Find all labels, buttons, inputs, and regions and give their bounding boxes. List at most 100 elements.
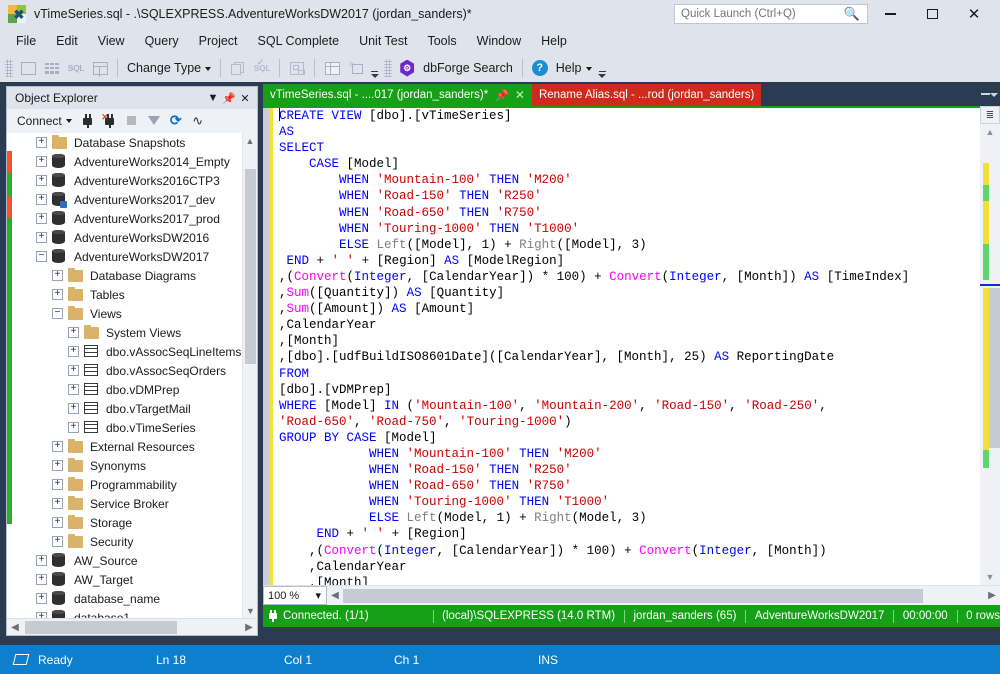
help-toolbar-overflow-button[interactable]	[598, 58, 607, 78]
collapse-toggle-icon[interactable]: −	[52, 308, 63, 319]
results-file-icon[interactable]: ✧	[345, 57, 367, 79]
scroll-thumb[interactable]	[245, 169, 256, 364]
toolbar-grip[interactable]	[5, 59, 13, 77]
tab-overflow-button[interactable]	[980, 86, 998, 104]
menu-edit[interactable]: Edit	[46, 31, 88, 51]
toolbar-overflow-button[interactable]	[370, 58, 379, 78]
expand-toggle-icon[interactable]: +	[52, 536, 63, 547]
tree-node[interactable]: + AW_Source	[12, 551, 257, 570]
tree-node[interactable]: + dbo.vTargetMail	[12, 399, 257, 418]
expand-toggle-icon[interactable]: +	[68, 327, 79, 338]
change-type-button[interactable]: Change Type	[123, 61, 215, 75]
close-icon[interactable]: ✕	[237, 89, 253, 107]
expand-toggle-icon[interactable]: +	[36, 574, 47, 585]
chevron-down-icon[interactable]: ▼	[205, 89, 221, 107]
tree-node[interactable]: + AdventureWorks2017_dev	[12, 190, 257, 209]
expand-toggle-icon[interactable]: +	[36, 612, 47, 618]
refresh-icon[interactable]: ⟳	[166, 111, 186, 131]
scroll-down-icon[interactable]: ▼	[980, 569, 1000, 585]
filter-icon[interactable]	[144, 111, 164, 131]
menu-file[interactable]: File	[6, 31, 46, 51]
tree-node[interactable]: + Programmability	[12, 475, 257, 494]
tree-node[interactable]: + Tables	[12, 285, 257, 304]
scroll-down-icon[interactable]: ▼	[243, 603, 257, 618]
code-text[interactable]: CREATE VIEW [dbo].[vTimeSeries] AS SELECT …	[273, 106, 1000, 585]
tree-node[interactable]: + System Views	[12, 323, 257, 342]
quick-launch-input[interactable]	[675, 5, 843, 23]
pin-icon[interactable]: 📌	[221, 89, 237, 107]
grid-icon[interactable]	[41, 57, 63, 79]
tree-node[interactable]: + AdventureWorks2017_prod	[12, 209, 257, 228]
editor-vertical-scrollbar[interactable]: ≣ ▲ ▼	[980, 106, 1000, 585]
hscroll-thumb[interactable]	[25, 620, 177, 634]
activity-monitor-icon[interactable]: ∿	[188, 111, 208, 131]
hscroll-thumb[interactable]	[343, 588, 923, 603]
tree-node[interactable]: + dbo.vTimeSeries	[12, 418, 257, 437]
tree-node[interactable]: + dbo.vAssocSeqOrders	[12, 361, 257, 380]
menu-help[interactable]: Help	[531, 31, 577, 51]
tree-node[interactable]: + Database Snapshots	[12, 133, 257, 152]
tree-node[interactable]: + database_name	[12, 589, 257, 608]
scroll-right-icon[interactable]: ▶	[984, 590, 1000, 601]
tree-node[interactable]: + Service Broker	[12, 494, 257, 513]
hscroll-track[interactable]	[23, 620, 241, 634]
connect-button[interactable]: Connect	[13, 114, 76, 128]
expand-toggle-icon[interactable]: +	[68, 403, 79, 414]
quick-launch-box[interactable]: 🔍	[674, 4, 868, 24]
scroll-left-icon[interactable]: ◀	[7, 622, 23, 633]
expand-toggle-icon[interactable]: +	[36, 156, 47, 167]
stop-icon[interactable]	[122, 111, 142, 131]
object-explorer-tree[interactable]: + Database Snapshots + AdventureWorks2014_E…	[12, 133, 257, 618]
tree-node[interactable]: + AdventureWorks2014_Empty	[12, 152, 257, 171]
expand-toggle-icon[interactable]: +	[36, 175, 47, 186]
tree-node[interactable]: + AdventureWorks2016CTP3	[12, 171, 257, 190]
dbforge-search-button[interactable]: dbForge Search	[419, 61, 517, 75]
expand-toggle-icon[interactable]: +	[52, 441, 63, 452]
dbforge-toolbar-grip[interactable]	[384, 59, 393, 77]
tree-node[interactable]: + dbo.vAssocSeqLineItems	[12, 342, 257, 361]
expand-toggle-icon[interactable]: +	[52, 270, 63, 281]
tree-node[interactable]: + dbo.vDMPrep	[12, 380, 257, 399]
results-grid-icon[interactable]	[321, 57, 343, 79]
scroll-up-icon[interactable]: ▲	[243, 133, 257, 148]
code-editor[interactable]: CREATE VIEW [dbo].[vTimeSeries] AS SELECT …	[263, 106, 1000, 585]
tree-node[interactable]: − AdventureWorksDW2017	[12, 247, 257, 266]
connect-icon[interactable]	[78, 111, 98, 131]
expand-toggle-icon[interactable]: +	[36, 137, 47, 148]
menu-window[interactable]: Window	[467, 31, 531, 51]
object-explorer-horizontal-scrollbar[interactable]: ◀ ▶	[7, 618, 257, 635]
minimize-button[interactable]	[872, 0, 908, 28]
execute-icon[interactable]	[227, 57, 249, 79]
menu-sql-complete[interactable]: SQL Complete	[248, 31, 350, 51]
tree-node[interactable]: + Database Diagrams	[12, 266, 257, 285]
sql-icon[interactable]: SQL	[65, 57, 87, 79]
chevron-down-icon[interactable]: ▾	[315, 589, 321, 602]
expand-toggle-icon[interactable]: +	[68, 384, 79, 395]
tree-node[interactable]: + Storage	[12, 513, 257, 532]
parse-icon[interactable]	[286, 57, 308, 79]
close-icon[interactable]: ✕	[515, 88, 525, 102]
split-view-icon[interactable]: ≣	[980, 106, 1000, 124]
expand-toggle-icon[interactable]: +	[52, 460, 63, 471]
expand-toggle-icon[interactable]: +	[52, 289, 63, 300]
scroll-thumb[interactable]	[989, 288, 1000, 448]
expand-toggle-icon[interactable]: +	[36, 232, 47, 243]
object-explorer-vertical-scrollbar[interactable]: ▲ ▼	[242, 133, 257, 618]
pin-icon[interactable]: 📌	[495, 89, 509, 102]
help-button[interactable]: Help	[552, 61, 596, 75]
expand-toggle-icon[interactable]: +	[36, 194, 47, 205]
tree-node[interactable]: + AW_Target	[12, 570, 257, 589]
menu-view[interactable]: View	[88, 31, 135, 51]
tree-node[interactable]: − Views	[12, 304, 257, 323]
tree-node[interactable]: + External Resources	[12, 437, 257, 456]
expand-toggle-icon[interactable]: +	[52, 517, 63, 528]
close-button[interactable]: ✕	[956, 0, 992, 28]
tree-node[interactable]: + database1	[12, 608, 257, 618]
expand-toggle-icon[interactable]: +	[52, 479, 63, 490]
zoom-level-selector[interactable]: 100 % ▾	[263, 586, 327, 605]
expand-toggle-icon[interactable]: +	[36, 555, 47, 566]
diagram-icon[interactable]	[17, 57, 39, 79]
menu-project[interactable]: Project	[189, 31, 248, 51]
expand-toggle-icon[interactable]: +	[68, 365, 79, 376]
maximize-button[interactable]	[914, 0, 950, 28]
